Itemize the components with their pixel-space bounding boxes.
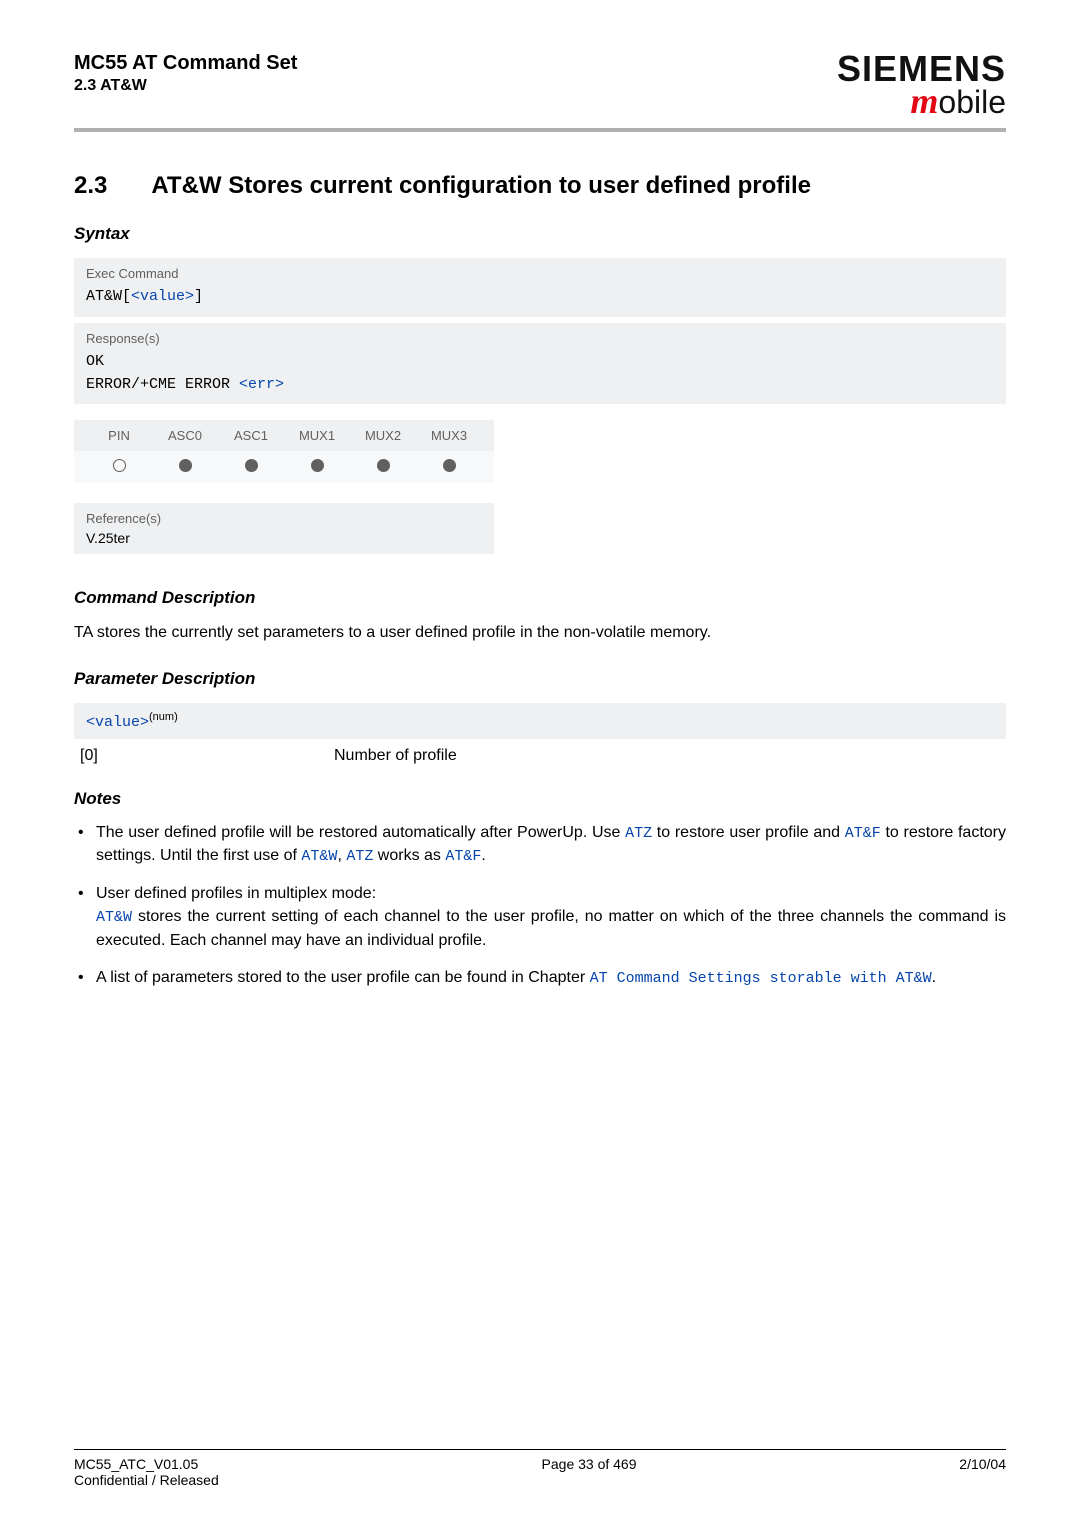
brand-logo: SIEMENS mobile xyxy=(837,52,1006,118)
col-mux1: MUX1 xyxy=(284,428,350,443)
col-asc0: ASC0 xyxy=(152,428,218,443)
section-number: 2.3 xyxy=(74,172,107,200)
resp-error: ERROR/+CME ERROR <err> xyxy=(86,373,994,396)
brand-m-icon: m xyxy=(910,81,938,121)
notes-list: The user defined profile will be restore… xyxy=(74,821,1006,1004)
link-storable-settings[interactable]: AT Command Settings storable with AT&W xyxy=(590,970,932,987)
col-pin: PIN xyxy=(86,428,152,443)
note-3: A list of parameters stored to the user … xyxy=(96,966,1006,990)
mux3-dot-icon xyxy=(416,459,482,475)
param-type: (num) xyxy=(149,711,178,723)
exec-command: AT&W[<value>] xyxy=(86,285,994,308)
asc1-dot-icon xyxy=(218,459,284,475)
mux1-dot-icon xyxy=(284,459,350,475)
link-atz-2[interactable]: ATZ xyxy=(346,848,373,865)
note-2: User defined profiles in multiplex mode:… xyxy=(96,882,1006,952)
link-atz[interactable]: ATZ xyxy=(625,825,652,842)
mux2-dot-icon xyxy=(350,459,416,475)
doc-title: MC55 AT Command Set xyxy=(74,52,297,75)
err-link[interactable]: <err> xyxy=(239,376,284,393)
support-table: PIN ASC0 ASC1 MUX1 MUX2 MUX3 xyxy=(74,420,494,483)
support-header-row: PIN ASC0 ASC1 MUX1 MUX2 MUX3 xyxy=(74,420,494,451)
exec-value-link[interactable]: <value> xyxy=(131,288,194,305)
footer-page: Page 33 of 469 xyxy=(542,1456,637,1488)
footer-date: 2/10/04 xyxy=(959,1456,1006,1488)
footer-divider xyxy=(74,1449,1006,1450)
cmd-desc-text: TA stores the currently set parameters t… xyxy=(74,622,1006,644)
page-header: MC55 AT Command Set 2.3 AT&W SIEMENS mob… xyxy=(74,52,1006,118)
param-desc-heading: Parameter Description xyxy=(74,669,1006,689)
col-mux3: MUX3 xyxy=(416,428,482,443)
link-atf-2[interactable]: AT&F xyxy=(445,848,481,865)
syntax-heading: Syntax xyxy=(74,224,1006,244)
response-box: Response(s) OK ERROR/+CME ERROR <err> xyxy=(74,323,1006,405)
exec-command-box: Exec Command AT&W[<value>] xyxy=(74,258,1006,316)
exec-label: Exec Command xyxy=(86,266,994,281)
param-name-link[interactable]: <value> xyxy=(86,714,149,731)
note-1: The user defined profile will be restore… xyxy=(96,821,1006,869)
link-atw-2[interactable]: AT&W xyxy=(96,909,132,926)
footer-confidential: Confidential / Released xyxy=(74,1472,219,1488)
asc0-dot-icon xyxy=(152,459,218,475)
link-atw[interactable]: AT&W xyxy=(301,848,337,865)
section-title: AT&W Stores current configuration to use… xyxy=(151,172,811,200)
response-label: Response(s) xyxy=(86,331,994,346)
pin-open-icon xyxy=(86,459,152,475)
exec-prefix: AT&W xyxy=(86,288,122,305)
page-footer: MC55_ATC_V01.05 Confidential / Released … xyxy=(74,1456,1006,1488)
param-key: [0] xyxy=(74,747,334,765)
section-heading: 2.3 AT&W Stores current configuration to… xyxy=(74,172,1006,200)
header-divider xyxy=(74,128,1006,132)
notes-heading: Notes xyxy=(74,789,1006,809)
link-atf[interactable]: AT&F xyxy=(845,825,881,842)
resp-ok: OK xyxy=(86,350,994,373)
footer-version: MC55_ATC_V01.05 xyxy=(74,1456,219,1472)
param-val: Number of profile xyxy=(334,747,457,765)
cmd-desc-heading: Command Description xyxy=(74,588,1006,608)
brand-obile: obile xyxy=(938,84,1006,120)
brand-mobile: mobile xyxy=(837,84,1006,118)
reference-value: V.25ter xyxy=(86,530,482,546)
col-mux2: MUX2 xyxy=(350,428,416,443)
section-ref: 2.3 AT&W xyxy=(74,77,297,95)
col-asc1: ASC1 xyxy=(218,428,284,443)
support-data-row xyxy=(74,451,494,483)
response-lines: OK ERROR/+CME ERROR <err> xyxy=(86,350,994,397)
reference-box: Reference(s) V.25ter xyxy=(74,503,494,554)
param-row: [0] Number of profile xyxy=(74,747,1006,765)
reference-label: Reference(s) xyxy=(86,511,482,526)
header-left: MC55 AT Command Set 2.3 AT&W xyxy=(74,52,297,95)
param-box: <value>(num) xyxy=(74,703,1006,739)
footer-left: MC55_ATC_V01.05 Confidential / Released xyxy=(74,1456,219,1488)
